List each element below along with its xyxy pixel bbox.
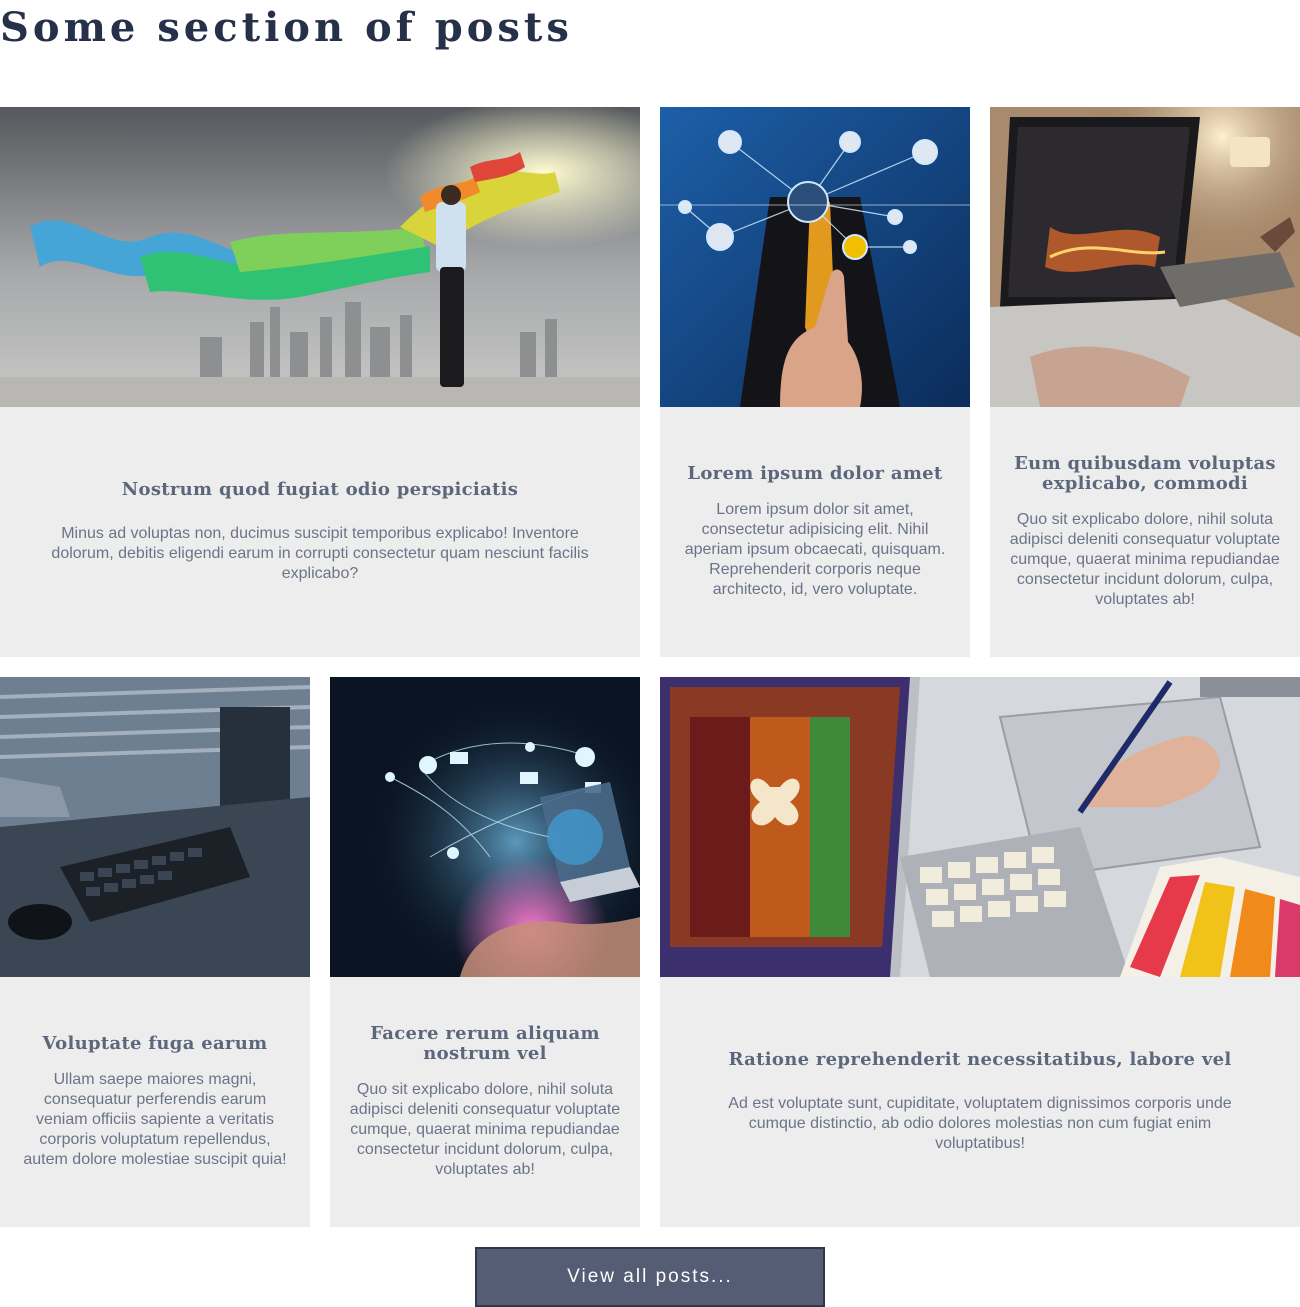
post-title[interactable]: Lorem ipsum dolor amet — [687, 464, 942, 484]
post-excerpt: Quo sit explicabo dolore, nihil soluta a… — [349, 1081, 621, 1178]
post-excerpt: Quo sit explicabo dolore, nihil soluta a… — [1009, 511, 1281, 608]
view-all-posts-button[interactable]: View all posts... — [475, 1247, 825, 1307]
post-title[interactable]: Voluptate fuga earum — [43, 1034, 268, 1054]
post-card[interactable]: Facere rerum aliquam nostrum vel Quo sit… — [330, 677, 640, 1227]
post-card[interactable]: Ratione reprehenderit necessitatibus, la… — [660, 677, 1300, 1227]
post-image[interactable] — [0, 107, 640, 407]
social-network-touch-image — [660, 107, 970, 407]
laptop-tablet-image — [990, 107, 1300, 407]
post-title[interactable]: Nostrum quod fugiat odio perspiciatis — [122, 480, 518, 500]
section-title: Some section of posts — [0, 4, 573, 51]
designer-drawing-tablet-image — [660, 677, 1300, 977]
keyboard-office-image — [0, 677, 310, 977]
post-image[interactable] — [660, 677, 1300, 977]
post-image[interactable] — [330, 677, 640, 977]
post-image[interactable] — [990, 107, 1300, 407]
post-excerpt: Lorem ipsum dolor sit amet, consectetur … — [684, 501, 946, 598]
laptop-hand-network-image — [330, 677, 640, 977]
post-title[interactable]: Ratione reprehenderit necessitatibus, la… — [729, 1050, 1232, 1070]
post-image[interactable] — [0, 677, 310, 977]
post-excerpt: Ullam saepe maiores magni, consequatur p… — [23, 1071, 287, 1168]
paint-splash-city-image — [0, 107, 640, 407]
post-card[interactable]: Voluptate fuga earum Ullam saepe maiores… — [0, 677, 310, 1227]
post-image[interactable] — [660, 107, 970, 407]
post-card[interactable]: Eum quibusdam voluptas explicabo, commod… — [990, 107, 1300, 657]
post-excerpt: Ad est voluptate sunt, cupiditate, volup… — [728, 1095, 1232, 1152]
post-title[interactable]: Eum quibusdam voluptas explicabo, commod… — [1006, 454, 1284, 494]
post-card[interactable]: Lorem ipsum dolor amet Lorem ipsum dolor… — [660, 107, 970, 657]
post-title[interactable]: Facere rerum aliquam nostrum vel — [346, 1024, 624, 1064]
post-card[interactable]: Nostrum quod fugiat odio perspiciatis Mi… — [0, 107, 640, 657]
post-excerpt: Minus ad voluptas non, ducimus suscipit … — [51, 525, 589, 582]
